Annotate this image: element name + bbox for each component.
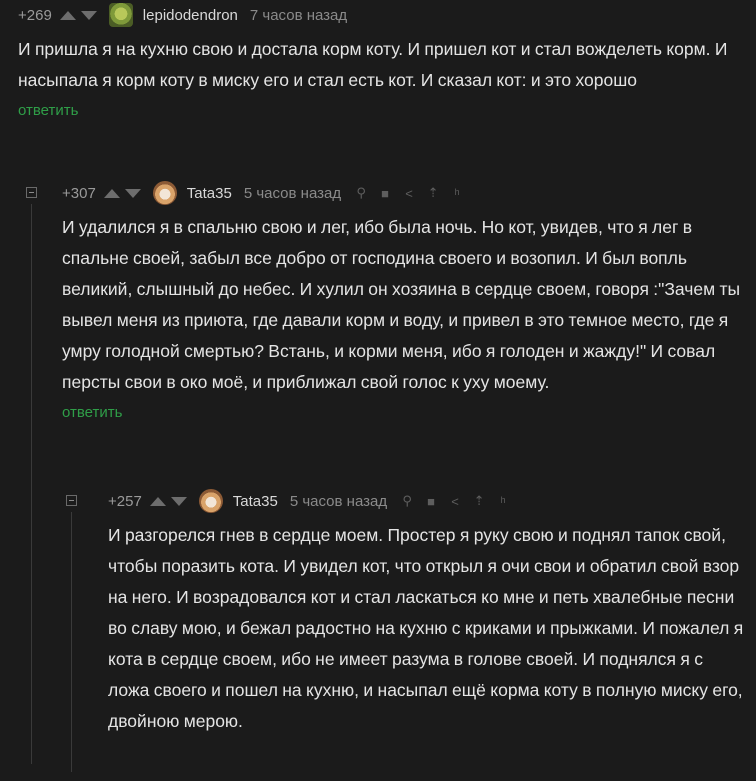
username[interactable]: lepidodendron bbox=[143, 7, 238, 24]
comment-time[interactable]: 5 часов назад bbox=[244, 185, 341, 202]
reply-link[interactable]: ответить bbox=[18, 102, 78, 119]
comment-time[interactable]: 7 часов назад bbox=[250, 7, 347, 24]
save-icon[interactable]: ■ bbox=[379, 186, 391, 201]
comment-rating: +307 bbox=[62, 184, 96, 202]
branch-icon[interactable]: ʰ bbox=[497, 494, 509, 509]
comment-text: И удалился я в спальню свою и лег, ибо б… bbox=[62, 217, 741, 392]
comment-actions: ⚲ ■ < ⇡ ʰ bbox=[355, 185, 463, 201]
avatar[interactable] bbox=[108, 3, 133, 27]
branch-icon[interactable]: ʰ bbox=[451, 186, 463, 201]
branch-up-icon[interactable]: ⇡ bbox=[473, 493, 485, 509]
comment-text: И пришла я на кухню свою и достала корм … bbox=[18, 39, 728, 90]
comment-text: И разгорелся гнев в сердце моем. Простер… bbox=[108, 525, 744, 731]
share-icon[interactable]: < bbox=[403, 186, 415, 201]
branch-up-icon[interactable]: ⇡ bbox=[427, 185, 439, 201]
comment: +269 lepidodendron 7 часов назад И пришл… bbox=[18, 0, 748, 120]
comment: +307 Tata35 5 часов назад ⚲ ■ < ⇡ ʰ И уд… bbox=[62, 178, 748, 422]
comment-rating: +257 bbox=[108, 492, 142, 510]
comment-header: +257 Tata35 5 часов назад ⚲ ■ < ⇡ ʰ bbox=[108, 486, 748, 516]
thread-line[interactable] bbox=[71, 512, 72, 772]
avatar[interactable] bbox=[152, 181, 177, 205]
vote-down-icon[interactable] bbox=[124, 188, 141, 198]
vote-up-icon[interactable] bbox=[103, 188, 120, 198]
comment: +257 Tata35 5 часов назад ⚲ ■ < ⇡ ʰ И ра… bbox=[108, 486, 748, 737]
comment-header: +307 Tata35 5 часов назад ⚲ ■ < ⇡ ʰ bbox=[62, 178, 748, 208]
vote-up-icon[interactable] bbox=[149, 496, 166, 506]
avatar[interactable] bbox=[198, 489, 223, 513]
vote-down-icon[interactable] bbox=[80, 10, 97, 20]
link-icon[interactable]: ⚲ bbox=[401, 493, 413, 509]
comment-header: +269 lepidodendron 7 часов назад bbox=[18, 0, 748, 30]
username[interactable]: Tata35 bbox=[233, 493, 278, 510]
collapse-icon[interactable] bbox=[26, 187, 37, 198]
vote-up-icon[interactable] bbox=[59, 10, 76, 20]
collapse-icon[interactable] bbox=[66, 495, 77, 506]
thread-line[interactable] bbox=[31, 204, 32, 764]
reply-link[interactable]: ответить bbox=[62, 404, 122, 421]
vote-down-icon[interactable] bbox=[170, 496, 187, 506]
comment-time[interactable]: 5 часов назад bbox=[290, 493, 387, 510]
link-icon[interactable]: ⚲ bbox=[355, 185, 367, 201]
share-icon[interactable]: < bbox=[449, 494, 461, 509]
comment-rating: +269 bbox=[18, 6, 52, 24]
save-icon[interactable]: ■ bbox=[425, 494, 437, 509]
username[interactable]: Tata35 bbox=[187, 185, 232, 202]
comment-actions: ⚲ ■ < ⇡ ʰ bbox=[401, 493, 509, 509]
